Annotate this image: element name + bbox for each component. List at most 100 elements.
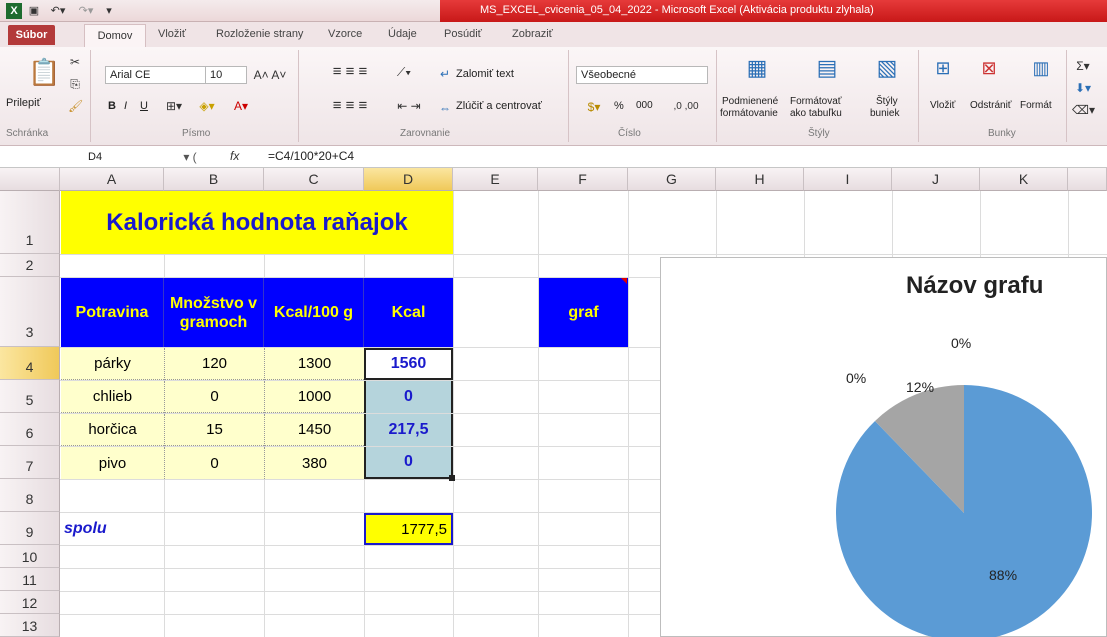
pie-data-label-pivo[interactable]: 0% xyxy=(951,335,971,351)
sheet-title-cell[interactable]: Kalorická hodnota raňajok xyxy=(61,191,453,254)
row-header-9[interactable]: 9 xyxy=(0,512,60,545)
row-header-3[interactable]: 3 xyxy=(0,277,60,347)
cell-b4[interactable]: 120 xyxy=(164,348,264,380)
borders-icon[interactable]: ⊞▾ xyxy=(162,98,186,114)
cell-styles-line2[interactable]: buniek xyxy=(870,108,899,119)
wrap-text-button[interactable]: Zalomiť text xyxy=(456,68,514,80)
autosum-icon[interactable]: Σ▾ xyxy=(1072,58,1094,74)
cell-a5[interactable]: chlieb xyxy=(61,381,164,413)
insert-cells-button[interactable]: Vložiť xyxy=(930,100,955,111)
copy-icon[interactable]: ⎘ xyxy=(68,76,82,92)
sum-label-cell[interactable]: spolu xyxy=(64,513,162,545)
cell-d5[interactable]: 0 xyxy=(364,381,453,413)
format-as-table-line2[interactable]: ako tabuľku xyxy=(790,108,842,119)
bold-button[interactable]: B xyxy=(108,100,116,112)
cell-styles-line1[interactable]: Štýly xyxy=(876,96,898,107)
sum-value-cell[interactable]: 1777,5 xyxy=(364,513,453,545)
row-header-10[interactable]: 10 xyxy=(0,545,60,568)
font-name-select[interactable]: Arial CE xyxy=(105,66,215,84)
fill-color-icon[interactable]: ◈▾ xyxy=(192,98,222,114)
formula-input[interactable]: =C4/100*20+C4 xyxy=(268,149,354,163)
cell-c6[interactable]: 1450 xyxy=(264,414,364,446)
column-header-f[interactable]: F xyxy=(538,168,628,191)
name-box-dropdown-icon[interactable]: ▾ ( xyxy=(176,149,204,165)
font-color-icon[interactable]: A▾ xyxy=(226,98,256,114)
cell-c7[interactable]: 380 xyxy=(264,447,364,479)
pie-data-label-chlieb[interactable]: 0% xyxy=(846,370,866,386)
tab-insert[interactable]: Vložiť xyxy=(158,28,186,40)
column-header-c[interactable]: C xyxy=(264,168,364,191)
cell-b5[interactable]: 0 xyxy=(164,381,264,413)
cell-d7[interactable]: 0 xyxy=(364,447,453,479)
row-header-12[interactable]: 12 xyxy=(0,591,60,614)
tab-formulas[interactable]: Vzorce xyxy=(328,28,362,40)
merge-center-button[interactable]: Zlúčiť a centrovať xyxy=(456,100,542,112)
column-header-i[interactable]: I xyxy=(804,168,892,191)
save-icon[interactable]: ▣ xyxy=(26,3,42,19)
row-header-11[interactable]: 11 xyxy=(0,568,60,591)
orientation-icon[interactable]: ⟋▾ xyxy=(392,64,416,80)
pie-chart[interactable]: Názov grafu 88% 0% 12% 0% xyxy=(660,257,1107,637)
column-header-b[interactable]: B xyxy=(164,168,264,191)
row-header-13[interactable]: 13 xyxy=(0,614,60,637)
header-kcal100[interactable]: Kcal/100 g xyxy=(264,278,364,347)
row-header-2[interactable]: 2 xyxy=(0,254,60,277)
format-cells-button[interactable]: Formát xyxy=(1020,100,1052,111)
cell-d6[interactable]: 217,5 xyxy=(364,414,453,446)
underline-button[interactable]: U xyxy=(140,100,148,112)
percent-button[interactable]: % xyxy=(614,100,624,112)
paste-button[interactable]: Prilepiť xyxy=(6,97,41,109)
name-box[interactable]: D4 xyxy=(26,148,186,166)
conditional-formatting-line1[interactable]: Podmienené xyxy=(722,96,778,107)
column-header-g[interactable]: G xyxy=(628,168,716,191)
thousands-button[interactable]: 000 xyxy=(636,100,653,111)
tab-page-layout[interactable]: Rozloženie strany xyxy=(216,28,303,40)
delete-cells-button[interactable]: Odstrániť xyxy=(970,100,1012,111)
row-header-8[interactable]: 8 xyxy=(0,479,60,512)
fill-handle[interactable] xyxy=(449,475,455,481)
tab-review[interactable]: Posúdiť xyxy=(444,28,482,40)
row-header-4[interactable]: 4 xyxy=(0,347,60,380)
fill-icon[interactable]: ⬇▾ xyxy=(1072,80,1094,96)
cut-icon[interactable]: ✂ xyxy=(68,54,82,70)
currency-icon[interactable]: $▾ xyxy=(580,99,608,115)
redo-icon[interactable]: ↷▾ xyxy=(74,3,98,19)
decimal-icons[interactable]: ,0 ,00 xyxy=(664,99,708,115)
cell-a7[interactable]: pivo xyxy=(61,447,164,479)
format-as-table-line1[interactable]: Formátovať xyxy=(790,96,842,107)
insert-function-icon[interactable]: fx xyxy=(230,149,239,163)
cell-a4[interactable]: párky xyxy=(61,348,164,380)
pie-data-label-párky[interactable]: 88% xyxy=(989,567,1017,583)
column-header-j[interactable]: J xyxy=(892,168,980,191)
cell-a6[interactable]: horčica xyxy=(61,414,164,446)
cell-d4-active[interactable]: 1560 xyxy=(364,348,453,380)
column-header-h[interactable]: H xyxy=(716,168,804,191)
undo-icon[interactable]: ↶▾ xyxy=(46,3,70,19)
cell-b6[interactable]: 15 xyxy=(164,414,264,446)
row-header-6[interactable]: 6 xyxy=(0,413,60,446)
header-kcal[interactable]: Kcal xyxy=(364,278,453,347)
tab-home[interactable]: Domov xyxy=(84,24,146,47)
row-header-1[interactable]: 1 xyxy=(0,191,60,254)
italic-button[interactable]: I xyxy=(124,100,127,112)
vertical-align-icons[interactable]: ≡ ≡ ≡ xyxy=(315,64,385,80)
graf-cell[interactable]: graf xyxy=(539,278,628,347)
cell-b7[interactable]: 0 xyxy=(164,447,264,479)
row-header-7[interactable]: 7 xyxy=(0,446,60,479)
column-header-e[interactable]: E xyxy=(453,168,538,191)
header-potravina[interactable]: Potravina xyxy=(61,278,164,347)
pie-data-label-horčica[interactable]: 12% xyxy=(906,379,934,395)
font-size-select[interactable]: 10 xyxy=(205,66,247,84)
header-mnozstvo[interactable]: Množstvo v gramoch xyxy=(164,278,264,347)
paste-icon[interactable]: 📋 xyxy=(28,55,60,89)
format-painter-icon[interactable]: 🖌 xyxy=(68,98,83,114)
font-grow-icon[interactable]: A˄ A˅ xyxy=(252,67,288,83)
tab-view[interactable]: Zobraziť xyxy=(512,28,553,40)
clear-icon[interactable]: ⌫▾ xyxy=(1072,102,1095,118)
column-header-d[interactable]: D xyxy=(364,168,453,191)
number-format-select[interactable]: Všeobecné xyxy=(576,66,708,84)
conditional-formatting-line2[interactable]: formátovanie xyxy=(720,108,778,119)
row-header-5[interactable]: 5 xyxy=(0,380,60,413)
indent-icons[interactable]: ⇤ ⇥ xyxy=(392,98,426,114)
tab-data[interactable]: Údaje xyxy=(388,28,417,40)
